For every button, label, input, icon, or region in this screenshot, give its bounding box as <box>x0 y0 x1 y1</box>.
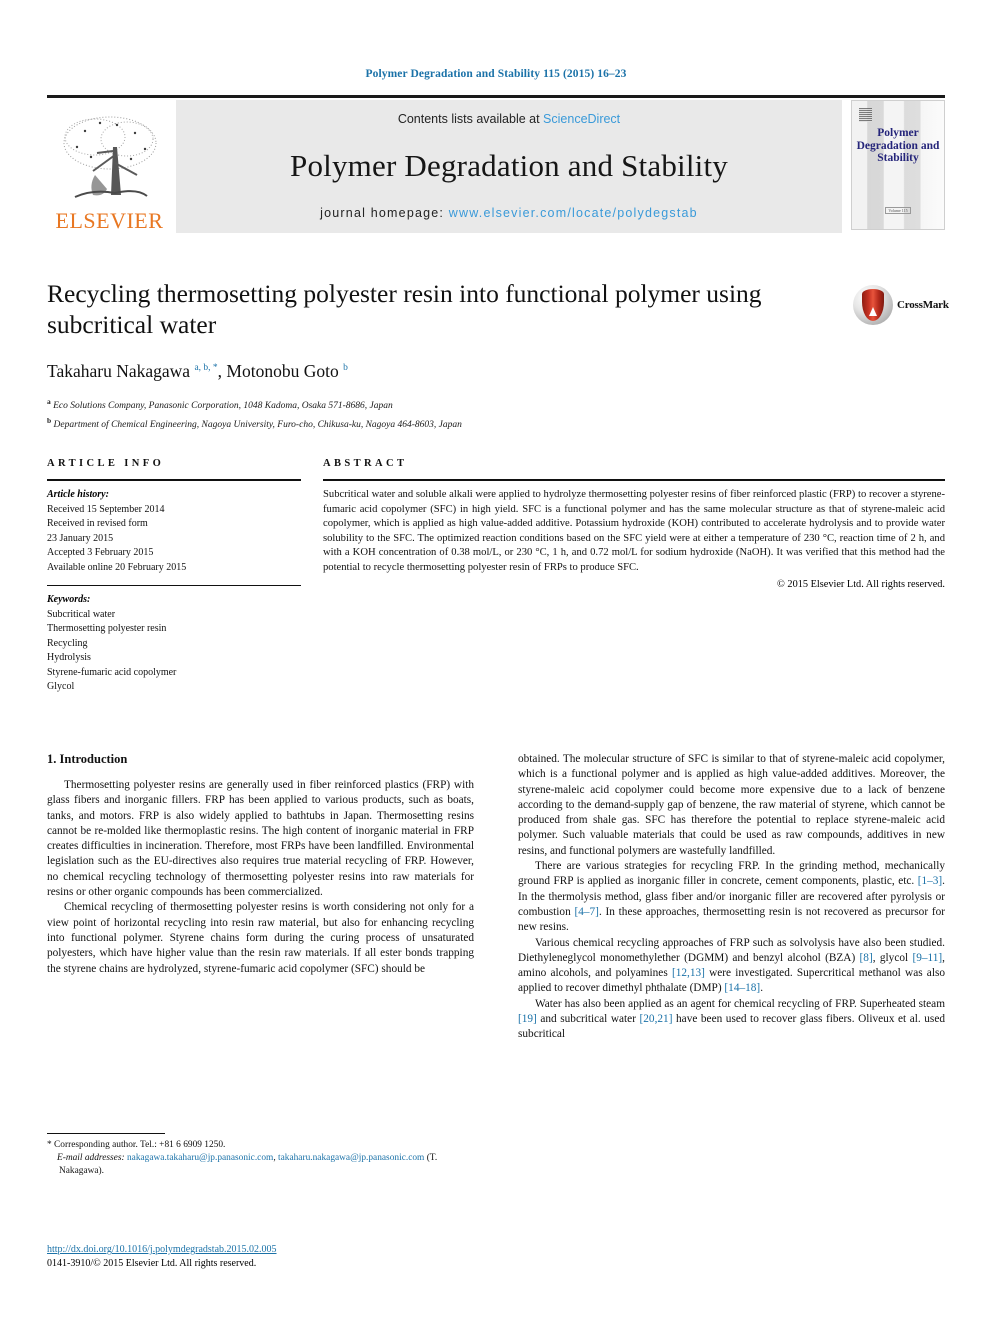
keywords-label: Keywords: <box>47 594 91 605</box>
article-info-column: ARTICLE INFO Article history: Received 1… <box>47 458 301 695</box>
journal-band: Contents lists available at ScienceDirec… <box>176 100 842 233</box>
crossmark-label: CrossMark <box>897 299 949 311</box>
history-item: Available online 20 February 2015 <box>47 561 187 573</box>
keyword-item: Subcritical water <box>47 608 116 620</box>
corresponding-author-line: * Corresponding author. Tel.: +81 6 6909… <box>47 1140 226 1150</box>
cover-title: Polymer Degradation and Stability <box>856 127 940 164</box>
body-column-right: obtained. The molecular structure of SFC… <box>518 752 945 1043</box>
article-info-heading: ARTICLE INFO <box>47 458 165 469</box>
homepage-url-link[interactable]: www.elsevier.com/locate/polydegstab <box>449 206 698 220</box>
keyword-item: Thermosetting polyester resin <box>47 623 167 634</box>
history-item: 23 January 2015 <box>47 532 114 544</box>
email-link-1[interactable]: nakagawa.takaharu@jp.panasonic.com <box>127 1153 273 1163</box>
elsevier-tree-icon <box>63 116 156 198</box>
journal-title: Polymer Degradation and Stability <box>290 148 728 183</box>
cover-footer: Volume 115 <box>852 206 944 215</box>
affiliation-b-text: Department of Chemical Engineering, Nago… <box>53 419 462 430</box>
sciencedirect-link[interactable]: ScienceDirect <box>543 112 620 126</box>
journal-masthead: ELSEVIER Contents lists available at Sci… <box>47 95 945 233</box>
keyword-item: Recycling <box>47 637 88 649</box>
page-title: Recycling thermosetting polyester resin … <box>47 279 762 339</box>
paragraph: Water has also been applied as an agent … <box>518 997 945 1041</box>
divider <box>323 479 945 481</box>
divider <box>47 1133 165 1134</box>
keyword-item: Glycol <box>47 681 75 692</box>
article-history-label: Article history: <box>47 489 109 500</box>
cover-elsevier-mini-icon <box>859 108 872 122</box>
email-addresses-label: E-mail addresses: <box>57 1153 125 1163</box>
running-head: Polymer Degradation and Stability 115 (2… <box>365 68 627 80</box>
crossmark-icon <box>853 285 893 325</box>
abstract-column: ABSTRACT Subcritical water and soluble a… <box>323 458 945 695</box>
history-item: Accepted 3 February 2015 <box>47 547 154 558</box>
title-block: Recycling thermosetting polyester resin … <box>47 278 949 432</box>
keyword-item: Hydrolysis <box>47 652 91 663</box>
elsevier-wordmark: ELSEVIER <box>55 208 164 233</box>
affiliation-a: a Eco Solutions Company, Panasonic Corpo… <box>47 397 393 412</box>
email-line: E-mail addresses: nakagawa.takaharu@jp.p… <box>47 1152 474 1178</box>
history-item: Received 15 September 2014 <box>47 503 165 515</box>
author-list: Takaharu Nakagawa a, b, *, Motonobu Goto… <box>47 361 348 381</box>
abstract-heading: ABSTRACT <box>323 458 408 469</box>
journal-homepage-line: journal homepage: www.elsevier.com/locat… <box>320 206 698 220</box>
issn-copyright-line: 0141-3910/© 2015 Elsevier Ltd. All right… <box>47 1258 257 1269</box>
paper-page: Polymer Degradation and Stability 115 (2… <box>0 0 992 1323</box>
contents-prefix: Contents lists available at <box>397 112 544 126</box>
affiliation-b: b Department of Chemical Engineering, Na… <box>47 415 462 430</box>
history-item: Received in revised form <box>47 518 148 529</box>
journal-cover-thumbnail: Polymer Degradation and Stability Volume… <box>851 100 945 230</box>
paragraph: Chemical recycling of thermosetting poly… <box>47 901 474 975</box>
body-column-left: 1. Introduction Thermosetting polyester … <box>47 752 474 1043</box>
crossmark-badge-group[interactable]: CrossMark <box>853 282 949 328</box>
email-link-2[interactable]: takaharu.nakagawa@jp.panasonic.com <box>278 1153 424 1163</box>
doi-block: http://dx.doi.org/10.1016/j.polymdegrads… <box>47 1243 547 1271</box>
article-history-list: Received 15 September 2014 Received in r… <box>47 503 301 576</box>
affiliations: a Eco Solutions Company, Panasonic Corpo… <box>47 395 945 432</box>
paragraph: There are various strategies for recycli… <box>518 860 945 934</box>
keywords-list: Subcritical water Thermosetting polyeste… <box>47 608 301 695</box>
paragraph: Thermosetting polyester resins are gener… <box>47 779 474 899</box>
section-heading-introduction: 1. Introduction <box>47 752 128 766</box>
corresponding-author-footnote: * Corresponding author. Tel.: +81 6 6909… <box>47 1133 474 1178</box>
doi-link[interactable]: http://dx.doi.org/10.1016/j.polymdegrads… <box>47 1243 547 1257</box>
elsevier-logo: ELSEVIER <box>47 100 172 233</box>
paragraph: Various chemical recycling approaches of… <box>518 936 946 995</box>
abstract-text: Subcritical water and soluble alkali wer… <box>323 489 945 573</box>
body-columns: 1. Introduction Thermosetting polyester … <box>47 752 945 1043</box>
contents-available-line: Contents lists available at ScienceDirec… <box>398 112 620 126</box>
keyword-item: Styrene-fumaric acid copolymer <box>47 666 177 678</box>
cover-volume-label: Volume 115 <box>885 207 911 214</box>
divider <box>47 585 301 586</box>
abstract-copyright: © 2015 Elsevier Ltd. All rights reserved… <box>777 578 945 590</box>
paragraph: obtained. The molecular structure of SFC… <box>518 753 945 857</box>
homepage-prefix: journal homepage: <box>320 206 449 220</box>
divider <box>47 479 301 481</box>
info-abstract-region: ARTICLE INFO Article history: Received 1… <box>47 458 945 695</box>
affiliation-a-text: Eco Solutions Company, Panasonic Corpora… <box>53 401 393 412</box>
